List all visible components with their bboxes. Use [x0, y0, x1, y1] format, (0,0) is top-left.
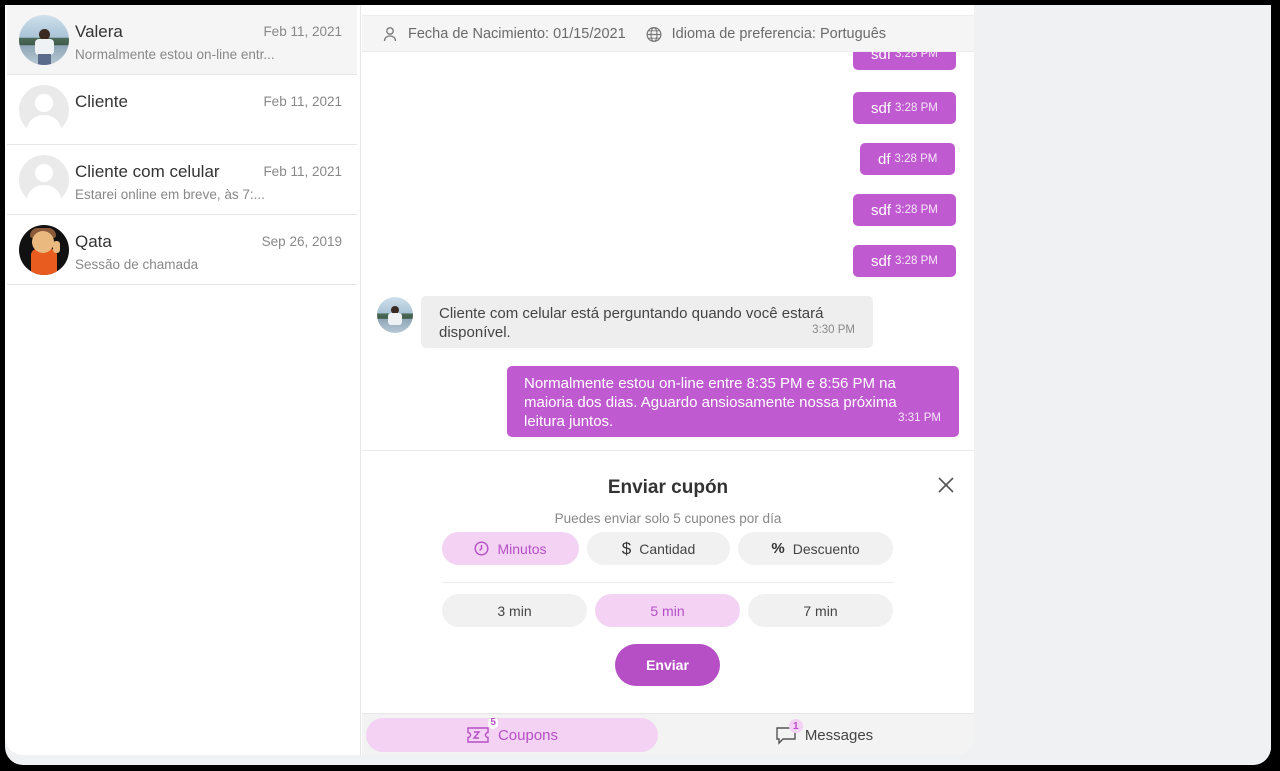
tab-messages[interactable]: 1 Messages	[674, 718, 974, 752]
outgoing-message: df 3:28 PM	[860, 143, 956, 175]
background-area	[974, 5, 1271, 765]
conversation-preview: Estarei online em breve, às 7:...	[75, 187, 265, 202]
clock-icon	[474, 541, 489, 556]
message-text: sdf	[871, 99, 892, 117]
coupon-type-amount[interactable]: $ Cantidad	[587, 532, 730, 565]
close-icon[interactable]	[934, 473, 958, 497]
conversation-preview: Sessão de chamada	[75, 257, 199, 272]
coupon-title: Enviar cupón	[607, 477, 729, 498]
messages-badge: 1	[788, 719, 803, 733]
duration-label: 5 min	[650, 602, 685, 619]
globe-icon	[646, 26, 662, 42]
conversation-item[interactable]: Cliente Feb 11, 2021	[7, 75, 357, 145]
message-text: Normalmente estou on-line entre 8:35 PM …	[524, 375, 897, 430]
coupon-type-label: Cantidad	[639, 540, 696, 557]
chat-panel: Fecha de Nacimiento: 01/15/2021 Idioma d…	[362, 5, 974, 755]
conversation-item[interactable]: Qata Sep 26, 2019 Sessão de chamada	[7, 215, 357, 285]
outgoing-message: Normalmente estou on-line entre 8:35 PM …	[507, 366, 959, 437]
duration-option[interactable]: 5 min	[595, 594, 740, 627]
birthdate-text: Fecha de Nacimiento: 01/15/2021	[408, 25, 626, 42]
conversation-list: Valera Feb 11, 2021 Normalmente estou on…	[5, 5, 361, 755]
client-info-bar: Fecha de Nacimiento: 01/15/2021 Idioma d…	[362, 15, 974, 52]
tab-coupons[interactable]: 5 Coupons	[366, 717, 658, 752]
message-text: sdf	[871, 252, 892, 270]
avatar	[19, 225, 69, 275]
conversation-item[interactable]: Cliente com celular Feb 11, 2021 Estarei…	[7, 145, 357, 215]
chat-bubble-icon: 1	[775, 719, 803, 745]
conversation-date: Feb 11, 2021	[263, 94, 342, 109]
message-time: 3:28 PM	[895, 102, 938, 114]
message-text: sdf	[871, 52, 892, 63]
outgoing-message: sdf 3:28 PM	[853, 52, 956, 70]
sender-avatar	[377, 297, 413, 333]
conversation-item[interactable]: Valera Feb 11, 2021 Normalmente estou on…	[7, 5, 357, 75]
duration-option[interactable]: 7 min	[748, 594, 893, 627]
chat-app: Valera Feb 11, 2021 Normalmente estou on…	[5, 5, 974, 755]
send-coupon-button[interactable]: Enviar	[615, 644, 720, 686]
conversation-date: Sep 26, 2019	[261, 234, 342, 249]
conversation-name: Valera	[75, 22, 123, 41]
coupon-type-label: Minutos	[497, 540, 547, 557]
send-coupon-panel: Enviar cupón Puedes enviar solo 5 cupone…	[362, 450, 974, 713]
tab-label: Messages	[804, 726, 874, 744]
conversation-date: Feb 11, 2021	[263, 24, 342, 39]
message-text: sdf	[871, 201, 892, 219]
language-text: Idioma de preferencia: Português	[671, 25, 887, 42]
duration-option[interactable]: 3 min	[442, 594, 587, 627]
dollar-icon: $	[621, 538, 632, 558]
tab-label: Coupons	[497, 726, 559, 744]
conversation-name: Qata	[75, 232, 112, 251]
conversation-preview: Normalmente estou on-line entr...	[75, 47, 275, 62]
window-frame: Valera Feb 11, 2021 Normalmente estou on…	[5, 5, 1271, 765]
coupon-type-label: Descuento	[792, 540, 860, 557]
user-icon	[382, 26, 398, 42]
outgoing-message: sdf 3:28 PM	[853, 92, 956, 124]
coupons-badge: 5	[488, 717, 498, 729]
message-text: Cliente com celular está perguntando qua…	[439, 305, 824, 341]
message-list: sdf 3:28 PM sdf 3:28 PM df 3:28 PM sdf 3:28 …	[362, 52, 974, 450]
coupon-icon: 5	[466, 717, 498, 745]
duration-label: 7 min	[803, 602, 838, 619]
coupon-type-discount[interactable]: % Descuento	[738, 532, 893, 565]
duration-label: 3 min	[497, 602, 532, 619]
avatar	[19, 15, 69, 65]
conversation-name: Cliente com celular	[75, 162, 220, 181]
percent-icon: %	[771, 540, 785, 557]
divider	[442, 582, 894, 583]
bottom-nav: 5 Coupons 1 Messages	[362, 713, 974, 755]
avatar	[19, 85, 69, 135]
message-text: df	[878, 150, 891, 168]
message-time: 3:28 PM	[894, 153, 938, 165]
outgoing-message: sdf 3:28 PM	[853, 194, 956, 226]
message-time: 3:31 PM	[898, 412, 941, 424]
message-time: 3:28 PM	[895, 255, 938, 267]
coupon-subtitle: Puedes enviar solo 5 cupones por día	[554, 511, 782, 526]
message-time: 3:30 PM	[812, 324, 855, 336]
coupon-type-minutes[interactable]: Minutos	[442, 532, 579, 565]
conversation-date: Feb 11, 2021	[263, 164, 342, 179]
outgoing-message: sdf 3:28 PM	[853, 245, 956, 277]
conversation-name: Cliente	[75, 92, 128, 111]
avatar	[19, 155, 69, 205]
message-time: 3:28 PM	[895, 204, 938, 216]
message-time: 3:28 PM	[895, 52, 938, 60]
incoming-message: Cliente com celular está perguntando qua…	[421, 296, 873, 348]
